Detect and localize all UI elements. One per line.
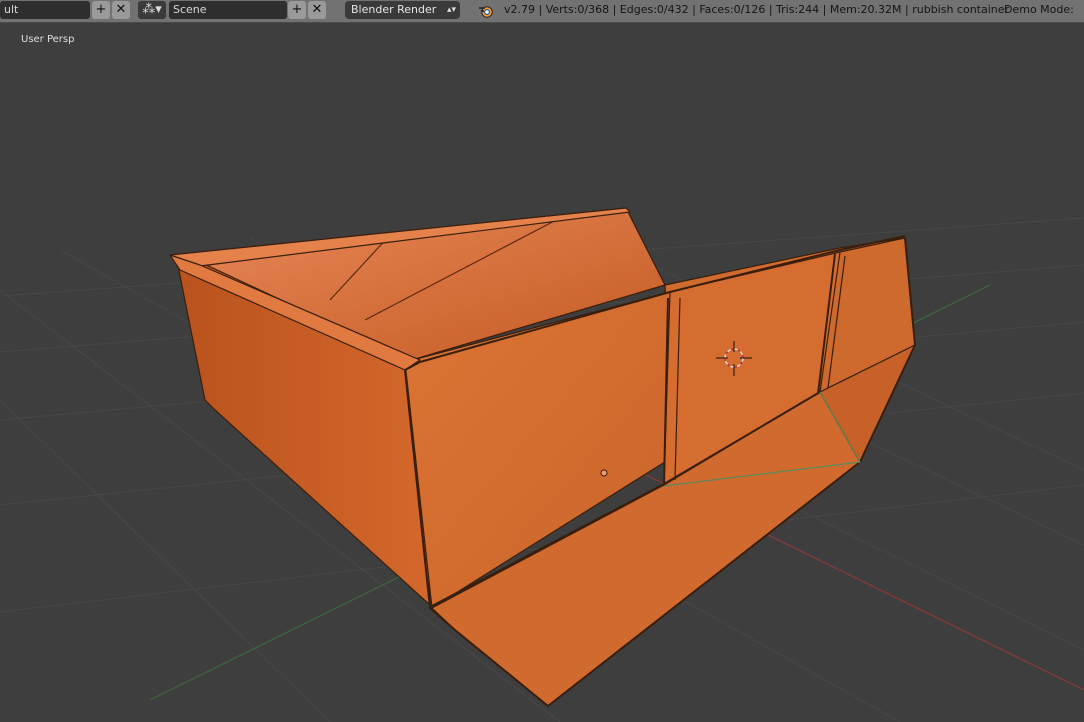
info-header: ult + ✕ ⁂▾ Scene + ✕ Blender Render ▴▾ v…	[0, 0, 1084, 23]
demo-mode-label: Demo Mode:	[1004, 3, 1074, 16]
scene-selector-button[interactable]: ⁂▾	[138, 1, 166, 19]
close-icon: ✕	[311, 2, 323, 17]
updown-arrow-icon: ▴▾	[446, 5, 456, 15]
close-icon: ✕	[115, 2, 127, 17]
blender-logo-icon	[479, 6, 493, 18]
scene-statistics: v2.79 | Verts:0/368 | Edges:0/432 | Face…	[504, 3, 1010, 16]
plus-icon: +	[95, 2, 107, 17]
scene-icon: ⁂▾	[142, 2, 162, 17]
screen-layout-field[interactable]: ult	[0, 1, 90, 19]
render-engine-dropdown[interactable]: Blender Render ▴▾	[345, 1, 460, 19]
delete-scene-button[interactable]: ✕	[308, 1, 326, 19]
render-engine-label: Blender Render	[351, 3, 437, 16]
add-scene-button[interactable]: +	[288, 1, 306, 19]
scene-name-field[interactable]: Scene	[169, 1, 287, 19]
3d-viewport[interactable]: User Persp	[0, 23, 1084, 722]
delete-layout-button[interactable]: ✕	[112, 1, 130, 19]
rubbish-container-mesh[interactable]	[169, 207, 916, 707]
plus-icon: +	[291, 2, 303, 17]
view-name-label: User Persp	[21, 34, 75, 45]
add-layout-button[interactable]: +	[92, 1, 110, 19]
object-origin-icon	[600, 469, 608, 477]
viewport-scene[interactable]	[0, 23, 1084, 722]
